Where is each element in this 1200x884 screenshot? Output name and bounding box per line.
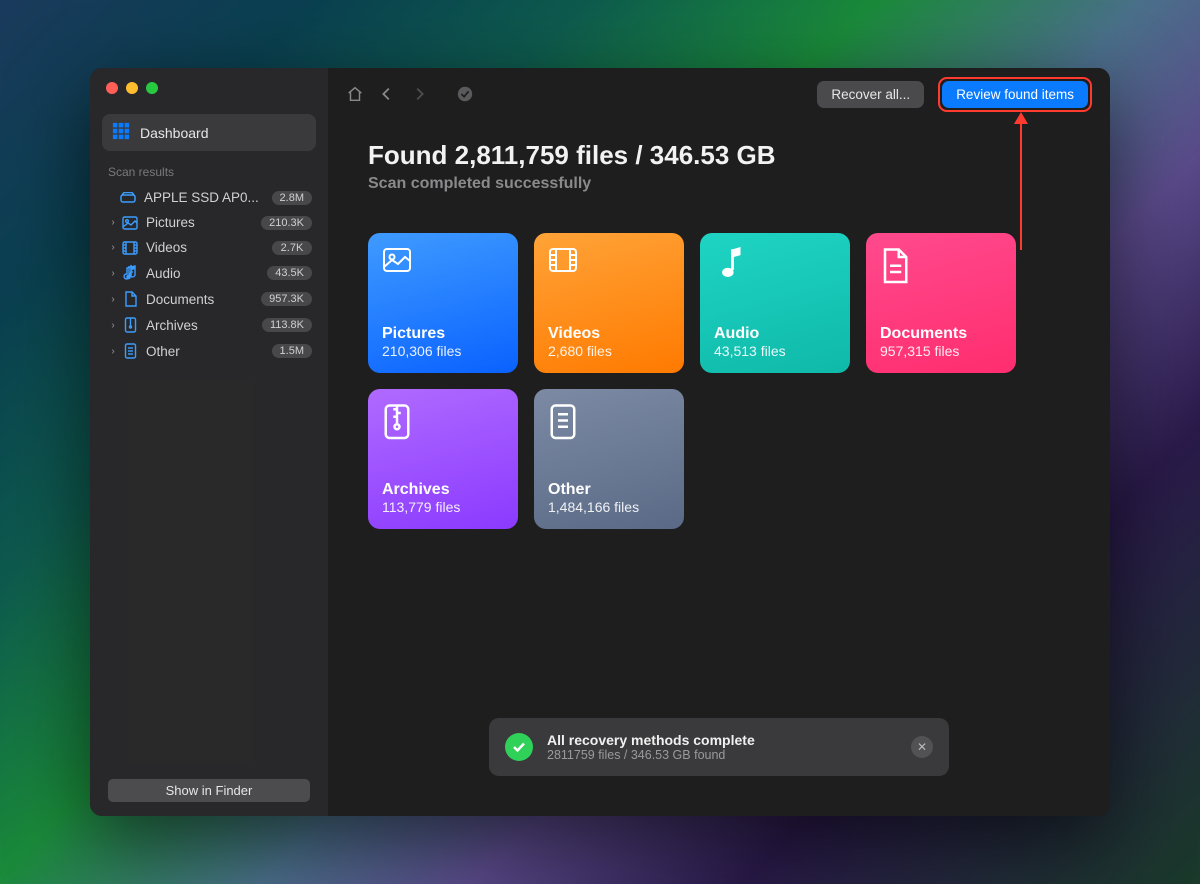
other-icon <box>120 343 140 359</box>
chevron-right-icon: › <box>106 346 120 357</box>
sidebar-item-label: Pictures <box>146 215 261 230</box>
headline: Found 2,811,759 files / 346.53 GB Scan c… <box>328 120 1110 193</box>
home-button[interactable] <box>346 85 364 103</box>
window-close-button[interactable] <box>106 82 118 94</box>
toolbar: Recover all... Review found items <box>328 68 1110 120</box>
annotation-highlight: Review found items <box>938 77 1092 112</box>
sidebar-item-pictures[interactable]: › Pictures 210.3K <box>100 210 318 235</box>
sidebar-item-label: Archives <box>146 318 262 333</box>
window-traffic-lights <box>90 82 328 94</box>
dashboard-icon <box>112 122 130 143</box>
main-content: Recover all... Review found items Found … <box>328 68 1110 816</box>
app-window: Dashboard Scan results APPLE SSD AP0... … <box>90 68 1110 816</box>
sidebar-item-videos[interactable]: › Videos 2.7K <box>100 235 318 260</box>
card-subtitle: 210,306 files <box>382 343 504 359</box>
music-icon <box>714 247 744 277</box>
disk-icon <box>118 192 138 204</box>
video-icon <box>548 247 578 277</box>
sidebar-item-label: Documents <box>146 292 261 307</box>
card-title: Documents <box>880 325 1002 343</box>
headline-subtitle: Scan completed successfully <box>368 175 1070 193</box>
sidebar-section-label: Scan results <box>90 165 328 185</box>
card-title: Archives <box>382 481 504 499</box>
toast-title: All recovery methods complete <box>547 732 897 748</box>
sidebar-disk-row[interactable]: APPLE SSD AP0... 2.8M <box>100 185 318 210</box>
sidebar-item-other[interactable]: › Other 1.5M <box>100 338 318 364</box>
document-icon <box>120 291 140 307</box>
status-checkmark-icon <box>456 85 474 103</box>
card-subtitle: 957,315 files <box>880 343 1002 359</box>
card-subtitle: 43,513 files <box>714 343 836 359</box>
window-maximize-button[interactable] <box>146 82 158 94</box>
card-title: Audio <box>714 325 836 343</box>
window-minimize-button[interactable] <box>126 82 138 94</box>
nav-back-button[interactable] <box>378 85 396 103</box>
show-in-finder-button[interactable]: Show in Finder <box>108 779 310 802</box>
other-icon <box>548 403 578 433</box>
category-cards: Pictures 210,306 files Videos 2,680 file… <box>328 193 1110 529</box>
chevron-right-icon: › <box>106 217 120 228</box>
chevron-right-icon: › <box>106 268 120 279</box>
video-icon <box>120 241 140 255</box>
card-subtitle: 2,680 files <box>548 343 670 359</box>
sidebar-item-badge: 113.8K <box>262 318 312 332</box>
sidebar-item-documents[interactable]: › Documents 957.3K <box>100 286 318 312</box>
toast-close-button[interactable]: ✕ <box>911 736 933 758</box>
image-icon <box>120 216 140 230</box>
sidebar-item-archives[interactable]: › Archives 113.8K <box>100 312 318 338</box>
sidebar-item-badge: 210.3K <box>261 216 312 230</box>
card-pictures[interactable]: Pictures 210,306 files <box>368 233 518 373</box>
archive-icon <box>382 403 412 433</box>
music-icon <box>120 265 140 281</box>
completion-toast: All recovery methods complete 2811759 fi… <box>489 718 949 776</box>
card-subtitle: 1,484,166 files <box>548 499 670 515</box>
card-title: Other <box>548 481 670 499</box>
annotation-arrow <box>1020 114 1022 250</box>
sidebar-item-badge: 43.5K <box>267 266 312 280</box>
sidebar-item-badge: 2.7K <box>272 241 312 255</box>
dashboard-button[interactable]: Dashboard <box>102 114 316 151</box>
sidebar-item-label: Other <box>146 344 272 359</box>
card-other[interactable]: Other 1,484,166 files <box>534 389 684 529</box>
chevron-right-icon: › <box>106 242 120 253</box>
chevron-right-icon: › <box>106 320 120 331</box>
sidebar-item-badge: 1.5M <box>272 344 312 358</box>
sidebar-disk-badge: 2.8M <box>272 191 312 205</box>
card-videos[interactable]: Videos 2,680 files <box>534 233 684 373</box>
sidebar-item-badge: 957.3K <box>261 292 312 306</box>
card-title: Pictures <box>382 325 504 343</box>
card-documents[interactable]: Documents 957,315 files <box>866 233 1016 373</box>
sidebar-disk-label: APPLE SSD AP0... <box>144 190 272 205</box>
sidebar: Dashboard Scan results APPLE SSD AP0... … <box>90 68 328 816</box>
headline-title: Found 2,811,759 files / 346.53 GB <box>368 140 1070 171</box>
image-icon <box>382 247 412 277</box>
review-found-items-button[interactable]: Review found items <box>942 81 1088 108</box>
toast-subtitle: 2811759 files / 346.53 GB found <box>547 748 897 762</box>
document-icon <box>880 247 910 277</box>
sidebar-item-label: Audio <box>146 266 267 281</box>
dashboard-label: Dashboard <box>140 125 209 141</box>
sidebar-tree: APPLE SSD AP0... 2.8M › Pictures 210.3K … <box>90 185 328 364</box>
success-check-icon <box>505 733 533 761</box>
sidebar-item-audio[interactable]: › Audio 43.5K <box>100 260 318 286</box>
sidebar-item-label: Videos <box>146 240 272 255</box>
card-subtitle: 113,779 files <box>382 499 504 515</box>
archive-icon <box>120 317 140 333</box>
card-audio[interactable]: Audio 43,513 files <box>700 233 850 373</box>
chevron-right-icon: › <box>106 294 120 305</box>
recover-all-button[interactable]: Recover all... <box>817 81 924 108</box>
nav-forward-button[interactable] <box>410 85 428 103</box>
card-title: Videos <box>548 325 670 343</box>
card-archives[interactable]: Archives 113,779 files <box>368 389 518 529</box>
